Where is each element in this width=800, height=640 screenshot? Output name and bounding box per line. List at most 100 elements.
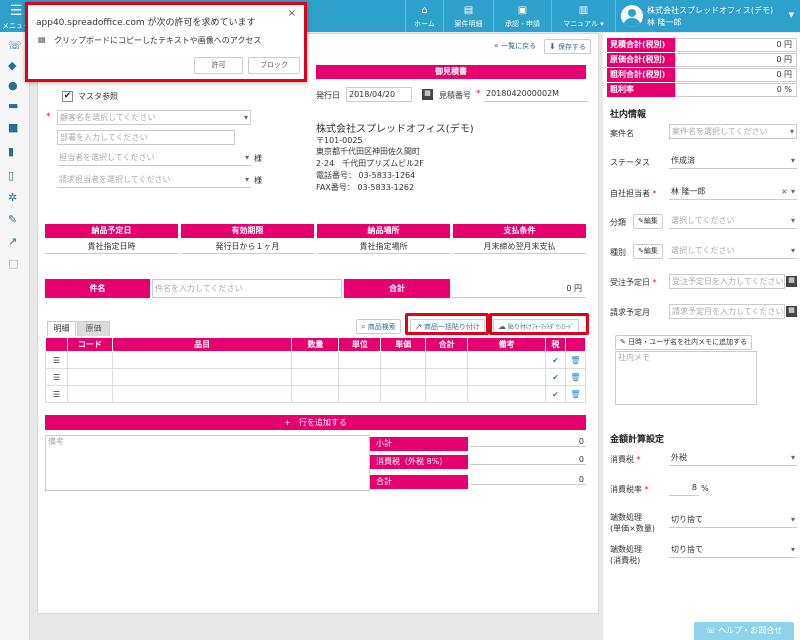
card-icon[interactable]: ▬ (8, 100, 18, 112)
folder-icon[interactable]: ■ (8, 122, 18, 134)
rounding-qty-select[interactable]: 切り捨て (669, 513, 797, 528)
close-icon[interactable]: × (288, 8, 296, 19)
popup-title: app40.spreadoffice.com が次の許可を求めています (36, 18, 256, 28)
calendar-icon[interactable]: ▦ (422, 89, 433, 100)
tax-check-icon[interactable]: ✔ (544, 368, 566, 386)
expiry-value[interactable]: 発行日から１ヶ月 (181, 240, 314, 254)
nav-approval[interactable]: ▣ 承認・申請 (493, 0, 551, 32)
list-icon: ▤ (463, 5, 474, 16)
col-tax: 税 (544, 337, 566, 352)
order-date-input[interactable]: 受注予定日を入力してください (669, 274, 785, 289)
notes-textarea[interactable]: 備考 (45, 435, 370, 491)
save-button[interactable]: ⬇ 保存する (544, 39, 591, 54)
case-select[interactable]: 案件名を選択してください (669, 124, 797, 139)
delivery-place-value[interactable]: 貴社指定場所 (317, 240, 450, 254)
nav-home[interactable]: ⌂ ホーム (405, 0, 443, 32)
avatar (621, 5, 643, 27)
right-panel: 見積合計(税別) 0 円 原価合計(税別) 0 円 粗利合計(税別) 0 円 粗… (603, 33, 800, 640)
billing-honorific: 様 (254, 176, 262, 185)
allow-button[interactable]: 許可 (194, 57, 243, 74)
contact-select[interactable]: 担当者を選択してください (57, 151, 251, 166)
billing-month-input[interactable]: 請求予定月を入力してください (669, 304, 785, 319)
user-menu[interactable]: 株式会社スプレッドオフィス(デモ) 林 隆一郎 ▼ (615, 0, 800, 32)
type-select[interactable]: 選択してください (669, 244, 797, 259)
phone-icon[interactable]: ☏ (8, 40, 22, 52)
wrench-icon[interactable]: ✎ (8, 214, 17, 226)
rounding-tax-select[interactable]: 切り捨て (669, 543, 797, 558)
rounding-tax-sublabel: (消費税) (610, 556, 641, 565)
tax-check-icon[interactable]: ✔ (544, 351, 566, 369)
paste-icon: ↗ (415, 322, 422, 331)
chart-icon[interactable]: ▮ (8, 146, 14, 158)
company-postal: 〒101-0025 (316, 136, 363, 145)
tab-cost[interactable]: 原価 (77, 321, 110, 336)
nav-manual[interactable]: ▥ マニュアル ▾ (551, 0, 615, 32)
col-total: 合計 (425, 337, 469, 352)
product-search-button[interactable]: ⌕ 商品検索 (356, 319, 401, 334)
square-icon[interactable]: □ (8, 258, 18, 270)
tax-check-icon[interactable]: ✔ (544, 385, 566, 403)
owner-select[interactable]: 林 隆一郎 (669, 185, 797, 200)
internal-memo-textarea[interactable]: 社内メモ (615, 351, 757, 405)
external-link-icon[interactable]: ↗ (8, 236, 17, 248)
estimate-total-label: 見積合計(税別) (607, 38, 675, 52)
issue-date-label: 発行日 (316, 91, 340, 100)
tax-rate-input[interactable]: 8 (669, 481, 699, 496)
subject-total-label: 合計 (344, 279, 450, 298)
phone-icon: ☏ (705, 626, 716, 635)
department-input[interactable]: 部署を入力してください (57, 130, 235, 145)
payment-terms-value[interactable]: 月末締め翌月末支払 (453, 240, 586, 254)
company-name: 株式会社スプレッドオフィス(デモ) (316, 124, 474, 135)
clipboard-icon: ▤ (38, 35, 46, 44)
tab-details[interactable]: 明細 (47, 321, 76, 336)
nav-case-details[interactable]: ▤ 案件明細 (443, 0, 493, 32)
save-icon: ⬇ (549, 42, 556, 51)
people-icon[interactable]: ● (8, 80, 18, 92)
calendar-icon[interactable]: ▦ (786, 306, 797, 317)
help-button[interactable]: ☏ ヘルプ・お問合せ (694, 622, 794, 640)
add-row-button[interactable]: + 行を追加する (45, 415, 586, 430)
calendar-icon[interactable]: ▦ (786, 276, 797, 287)
drag-handle-icon[interactable]: ☰ (45, 368, 68, 386)
delivery-date-value[interactable]: 貴社指定日時 (45, 240, 178, 254)
add-memo-timestamp-button[interactable]: ✎ 日時・ユーザ名を社内メモに追加する (615, 335, 752, 350)
company-phone: 電話番号： 03-5833-1264 (316, 171, 416, 180)
gear-icon[interactable]: ✲ (8, 192, 17, 204)
drag-handle-icon[interactable]: ☰ (45, 351, 68, 369)
clear-icon[interactable]: × (781, 187, 788, 196)
hamburger-icon: ☰ (9, 3, 23, 19)
issue-date-input[interactable]: 2018/04/20 (346, 87, 412, 102)
type-edit-button[interactable]: ✎編集 (633, 244, 663, 259)
trash-icon[interactable]: 🗑 (564, 351, 587, 369)
customer-select[interactable]: 顧客名を選択してください (57, 110, 251, 125)
format-download-button[interactable]: ☁ 貼り付けﾌｫｰﾏｯﾄﾀﾞｳﾝﾛｰﾄﾞ (493, 319, 579, 334)
bulk-paste-button[interactable]: ↗ 商品一括貼り付け (410, 319, 485, 334)
document-icon[interactable]: ▯ (8, 170, 14, 182)
subject-input[interactable]: 件名を入力してください (152, 279, 342, 298)
estimate-total-row: 見積合計(税別) 0 円 (607, 38, 797, 52)
master-ref-checkbox[interactable]: ✔ (62, 91, 73, 102)
nav-manual-label: マニュアル (563, 20, 599, 28)
popup-message: クリップボードにコピーしたテキストや画像へのアクセス (54, 36, 262, 45)
billing-contact-select[interactable]: 請求担当者を選択してください (57, 173, 251, 188)
col-code: コード (66, 337, 113, 352)
tax-select[interactable]: 外税 (669, 451, 797, 466)
chevron-down-icon: ▾ (600, 20, 604, 28)
nav-home-label: ホーム (414, 20, 435, 28)
back-to-list-button[interactable]: « 一覧に戻る (490, 39, 540, 54)
billing-month-label: 請求予定月 (610, 308, 650, 317)
trash-icon[interactable]: 🗑 (564, 368, 587, 386)
status-select[interactable]: 作成済 (669, 154, 797, 169)
category-select[interactable]: 選択してください (669, 214, 797, 229)
col-unit-price: 単価 (380, 337, 427, 352)
gross-profit-label: 粗利合計(税別) (607, 68, 675, 82)
estimate-no-input[interactable]: 2018042000002M (484, 87, 588, 102)
block-button[interactable]: ブロック (248, 57, 300, 74)
subtotal-value: 0 (470, 437, 586, 447)
grand-total-label: 合計 (370, 475, 468, 489)
search-icon: ⌕ (361, 322, 366, 331)
tag-icon[interactable]: ◆ (8, 60, 16, 72)
category-edit-button[interactable]: ✎編集 (633, 214, 663, 229)
drag-handle-icon[interactable]: ☰ (45, 385, 68, 403)
trash-icon[interactable]: 🗑 (564, 385, 587, 403)
